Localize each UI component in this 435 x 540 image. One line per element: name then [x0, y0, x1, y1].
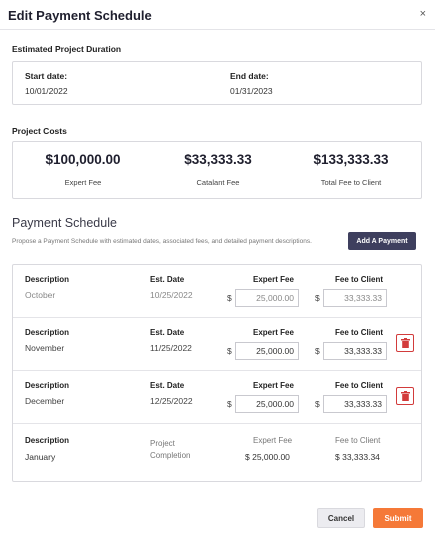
duration-section-label: Estimated Project Duration	[12, 44, 122, 54]
payment-schedule-title: Payment Schedule	[12, 216, 117, 230]
date-header: Est. Date	[150, 381, 185, 390]
expert-fee-input[interactable]: 25,000.00	[235, 395, 299, 413]
total-fee-label: Total Fee to Client	[320, 178, 382, 187]
delete-payment-button[interactable]	[396, 334, 414, 352]
trash-icon	[400, 391, 410, 401]
dialog-header: Edit Payment Schedule ×	[0, 0, 435, 30]
expert-fee-header: Expert Fee	[253, 328, 294, 337]
catalant-fee-label: Catalant Fee	[196, 178, 240, 187]
date-value[interactable]: 11/25/2022	[150, 343, 192, 353]
description-value[interactable]: December	[25, 396, 64, 406]
trash-icon	[400, 338, 410, 348]
expert-fee-header: Expert Fee	[253, 275, 294, 284]
end-date-label: End date:	[230, 71, 269, 81]
total-fee-total: $133,333.33	[313, 152, 389, 167]
expert-fee-input[interactable]: 25,000.00	[235, 289, 299, 307]
payment-row: Description October Est. Date 10/25/2022…	[13, 265, 421, 318]
dollar-sign: $	[315, 293, 320, 303]
add-payment-button[interactable]: Add A Payment	[348, 232, 416, 250]
costs-section-label: Project Costs	[12, 126, 67, 136]
delete-payment-button[interactable]	[396, 387, 414, 405]
date-header: Est. Date	[150, 275, 185, 284]
client-fee-input[interactable]: 33,333.33	[323, 395, 387, 413]
end-date-value: 01/31/2023	[230, 86, 273, 96]
final-payment-row: Description January Project Completion E…	[13, 424, 421, 477]
total-fee-summary: $133,333.33 Total Fee to Client	[283, 152, 419, 187]
description-header: Description	[25, 275, 70, 284]
final-client-fee: $ 33,333.34	[335, 452, 380, 462]
description-header: Description	[25, 436, 70, 445]
dollar-sign: $	[227, 399, 232, 409]
dollar-sign: $	[315, 346, 320, 356]
duration-box: Start date: 10/01/2022 End date: 01/31/2…	[12, 61, 422, 105]
dollar-sign: $	[227, 293, 232, 303]
payment-row: Description November Est. Date 11/25/202…	[13, 318, 421, 371]
expert-fee-header: Expert Fee	[253, 436, 293, 445]
payment-row: Description December Est. Date 12/25/202…	[13, 371, 421, 424]
expert-fee-label: Expert Fee	[64, 178, 102, 187]
catalant-fee-summary: $33,333.33 Catalant Fee	[150, 152, 286, 187]
date-value[interactable]: 10/25/2022	[150, 290, 193, 300]
client-fee-input[interactable]: 33,333.33	[323, 289, 387, 307]
expert-fee-total: $100,000.00	[45, 152, 121, 167]
description-value[interactable]: November	[25, 343, 64, 353]
dollar-sign: $	[315, 399, 320, 409]
client-fee-header: Fee to Client	[335, 381, 384, 390]
description-value[interactable]: January	[25, 452, 55, 462]
payment-schedule-table: Description October Est. Date 10/25/2022…	[12, 264, 422, 482]
dollar-sign: $	[227, 346, 232, 356]
client-fee-header: Fee to Client	[335, 275, 384, 284]
completion-label: Project	[150, 439, 175, 448]
start-date-value: 10/01/2022	[25, 86, 68, 96]
description-header: Description	[25, 381, 70, 390]
costs-box: $100,000.00 Expert Fee $33,333.33 Catala…	[12, 141, 422, 199]
description-value[interactable]: October	[25, 290, 55, 300]
close-icon[interactable]: ×	[420, 8, 426, 20]
description-header: Description	[25, 328, 70, 337]
catalant-fee-total: $33,333.33	[184, 152, 252, 167]
date-header: Est. Date	[150, 328, 185, 337]
payment-schedule-description: Propose a Payment Schedule with estimate…	[12, 238, 312, 245]
completion-label-line2: Completion	[150, 451, 191, 460]
client-fee-header: Fee to Client	[335, 436, 381, 445]
cancel-button[interactable]: Cancel	[317, 508, 365, 528]
final-expert-fee: $ 25,000.00	[245, 452, 290, 462]
expert-fee-header: Expert Fee	[253, 381, 294, 390]
expert-fee-summary: $100,000.00 Expert Fee	[15, 152, 151, 187]
expert-fee-input[interactable]: 25,000.00	[235, 342, 299, 360]
client-fee-input[interactable]: 33,333.33	[323, 342, 387, 360]
date-value[interactable]: 12/25/2022	[150, 396, 193, 406]
start-date-label: Start date:	[25, 71, 68, 81]
submit-button[interactable]: Submit	[373, 508, 423, 528]
client-fee-header: Fee to Client	[335, 328, 384, 337]
dialog-title: Edit Payment Schedule	[8, 8, 152, 23]
